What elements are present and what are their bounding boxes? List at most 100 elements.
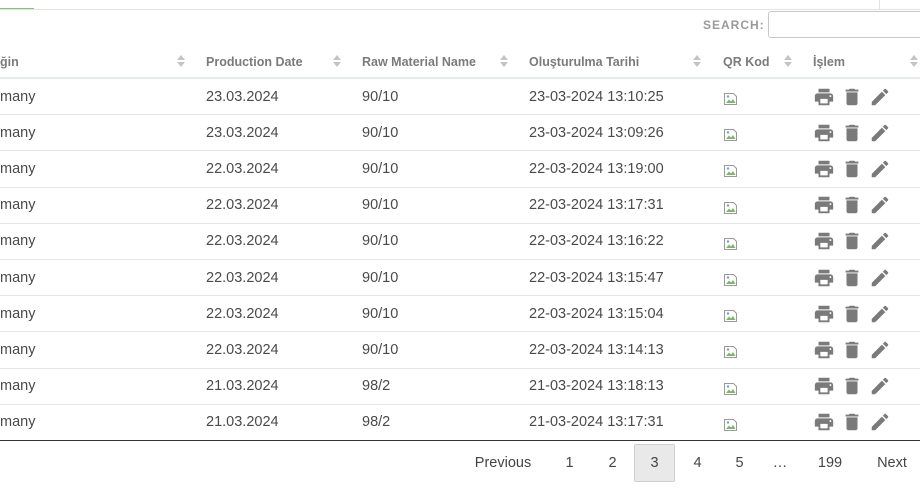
cell-created-date: 22-03-2024 13:16:22 [529,233,664,250]
table-body: many 23.03.2024 90/10 23-03-2024 13:10:25 ma… [0,79,920,441]
table-row: many 22.03.2024 90/10 22-03-2024 13:19:00 [0,151,920,188]
trash-icon[interactable] [841,230,863,252]
row-actions [813,188,891,223]
table-row: many 23.03.2024 90/10 23-03-2024 13:09:26 [0,115,920,152]
sort-icon [333,55,341,69]
pencil-icon[interactable] [869,267,891,289]
data-table: ğin Production Date Raw Material Name Ol… [0,44,920,441]
panel-divider [879,0,880,10]
table-row: many 21.03.2024 98/2 21-03-2024 13:17:31 [0,405,920,441]
table-row: many 22.03.2024 90/10 22-03-2024 13:15:04 [0,296,920,333]
print-icon[interactable] [813,375,835,397]
pencil-icon[interactable] [869,339,891,361]
print-icon[interactable] [813,122,835,144]
pagination-previous[interactable]: Previous [466,444,540,482]
trash-icon[interactable] [841,86,863,108]
print-icon[interactable] [813,339,835,361]
column-header-label: İşlem [813,54,845,69]
print-icon[interactable] [813,267,835,289]
broken-image-icon[interactable] [723,308,739,324]
row-actions [813,79,891,114]
cell-origin: many [0,233,36,250]
table-row: many 22.03.2024 90/10 22-03-2024 13:15:47 [0,260,920,297]
cell-created-date: 22-03-2024 13:15:47 [529,269,664,286]
cell-raw-material-name: 90/10 [362,160,399,177]
cell-created-date: 21-03-2024 13:18:13 [529,378,664,395]
table-row: many 21.03.2024 98/2 21-03-2024 13:18:13 [0,369,920,405]
trash-icon[interactable] [841,194,863,216]
broken-image-icon[interactable] [723,91,739,107]
pencil-icon[interactable] [869,230,891,252]
row-actions [813,332,891,367]
broken-image-icon[interactable] [723,127,739,143]
pagination-page[interactable]: 199 [808,444,852,482]
pencil-icon[interactable] [869,158,891,180]
broken-image-icon[interactable] [723,272,739,288]
print-icon[interactable] [813,86,835,108]
pencil-icon[interactable] [869,411,891,433]
pagination-page-current[interactable]: 3 [634,444,675,482]
table-row: many 22.03.2024 90/10 22-03-2024 13:16:22 [0,224,920,260]
pencil-icon[interactable] [869,122,891,144]
pagination-page[interactable]: 1 [556,444,583,482]
cell-created-date: 22-03-2024 13:14:13 [529,341,664,358]
search-label: SEARCH: [703,17,765,32]
row-actions [813,369,891,404]
cell-production-date: 22.03.2024 [206,305,279,322]
cell-origin: many [0,269,36,286]
trash-icon[interactable] [841,339,863,361]
sort-icon [693,55,701,69]
broken-image-icon[interactable] [723,236,739,252]
print-icon[interactable] [813,158,835,180]
print-icon[interactable] [813,230,835,252]
broken-image-icon[interactable] [723,381,739,397]
table-row: many 22.03.2024 90/10 22-03-2024 13:17:31 [0,188,920,224]
sort-icon [177,55,185,69]
cell-raw-material-name: 90/10 [362,124,399,141]
column-header-raw-material-name[interactable]: Raw Material Name [362,44,514,79]
pencil-icon[interactable] [869,194,891,216]
pagination-page[interactable]: 5 [725,444,754,482]
print-icon[interactable] [813,194,835,216]
pagination-page[interactable]: 2 [598,444,627,482]
cell-created-date: 22-03-2024 13:19:00 [529,160,664,177]
table-header: ğin Production Date Raw Material Name Ol… [0,44,920,79]
print-icon[interactable] [813,303,835,325]
column-header-production-date[interactable]: Production Date [206,44,348,79]
pagination-ellipsis: … [772,455,788,471]
broken-image-icon[interactable] [723,417,739,433]
cell-raw-material-name: 90/10 [362,88,399,105]
broken-image-icon[interactable] [723,163,739,179]
pencil-icon[interactable] [869,86,891,108]
trash-icon[interactable] [841,267,863,289]
cell-production-date: 22.03.2024 [206,341,279,358]
column-header-actions[interactable]: İşlem [813,44,920,79]
column-header-origin[interactable]: ğin [0,44,190,79]
print-icon[interactable] [813,411,835,433]
cell-production-date: 23.03.2024 [206,124,279,141]
cell-production-date: 22.03.2024 [206,197,279,214]
cell-production-date: 22.03.2024 [206,233,279,250]
column-header-created-date[interactable]: Oluşturulma Tarihi [529,44,707,79]
broken-image-icon[interactable] [723,200,739,216]
search-input[interactable] [767,11,920,38]
pencil-icon[interactable] [869,303,891,325]
pencil-icon[interactable] [869,375,891,397]
trash-icon[interactable] [841,411,863,433]
row-actions [813,224,891,259]
cell-created-date: 22-03-2024 13:17:31 [529,197,664,214]
trash-icon[interactable] [841,303,863,325]
table-row: many 23.03.2024 90/10 23-03-2024 13:10:25 [0,79,920,116]
pagination-page[interactable]: 4 [683,444,712,482]
trash-icon[interactable] [841,122,863,144]
pagination-next[interactable]: Next [868,444,916,482]
column-header-qr-code[interactable]: QR Kod [723,44,799,79]
cell-raw-material-name: 98/2 [362,414,391,431]
trash-icon[interactable] [841,158,863,180]
broken-image-icon[interactable] [723,344,739,360]
row-actions [813,405,891,440]
column-header-label: ğin [0,54,19,69]
trash-icon[interactable] [841,375,863,397]
cell-raw-material-name: 90/10 [362,341,399,358]
cell-raw-material-name: 90/10 [362,233,399,250]
